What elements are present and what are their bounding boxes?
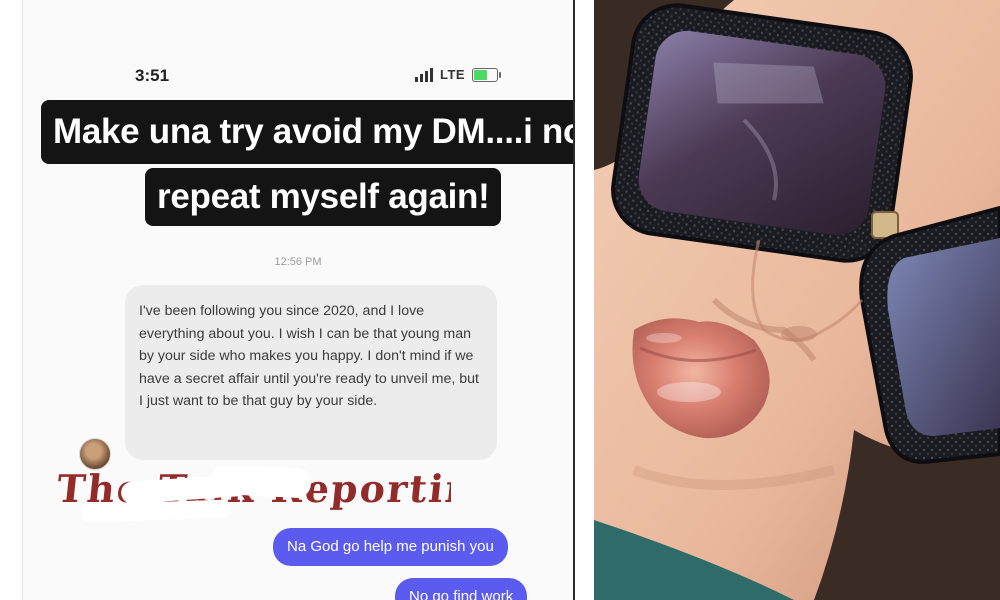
- phone-screen: 3:51 LTE Make una try avoid my DM....i n…: [22, 0, 575, 600]
- message-timestamp: 12:56 PM: [274, 256, 322, 268]
- caption-line-1: Make una try avoid my DM....i no go: [41, 100, 573, 164]
- dm-screenshot-panel: 3:51 LTE Make una try avoid my DM....i n…: [0, 0, 590, 600]
- redaction-scribble: [80, 499, 232, 523]
- profile-photo: [594, 0, 1000, 600]
- face-with-sunglasses-illustration: [594, 0, 1000, 600]
- battery-charging-icon: [472, 67, 502, 82]
- redacted-watermark: The Talk Reporting: [51, 466, 451, 536]
- sent-message-bubble: Na God go help me punish you: [273, 528, 508, 566]
- status-indicators: LTE: [415, 67, 502, 82]
- received-message-bubble: I've been following you since 2020, and …: [125, 285, 497, 460]
- status-time: 3:51: [135, 66, 170, 85]
- signal-icon: [415, 67, 433, 82]
- sent-message-bubble: No go find work: [395, 578, 528, 600]
- redaction-scribble: [210, 466, 312, 499]
- caption-line-2: repeat myself again!: [145, 168, 502, 226]
- network-label: LTE: [440, 67, 466, 82]
